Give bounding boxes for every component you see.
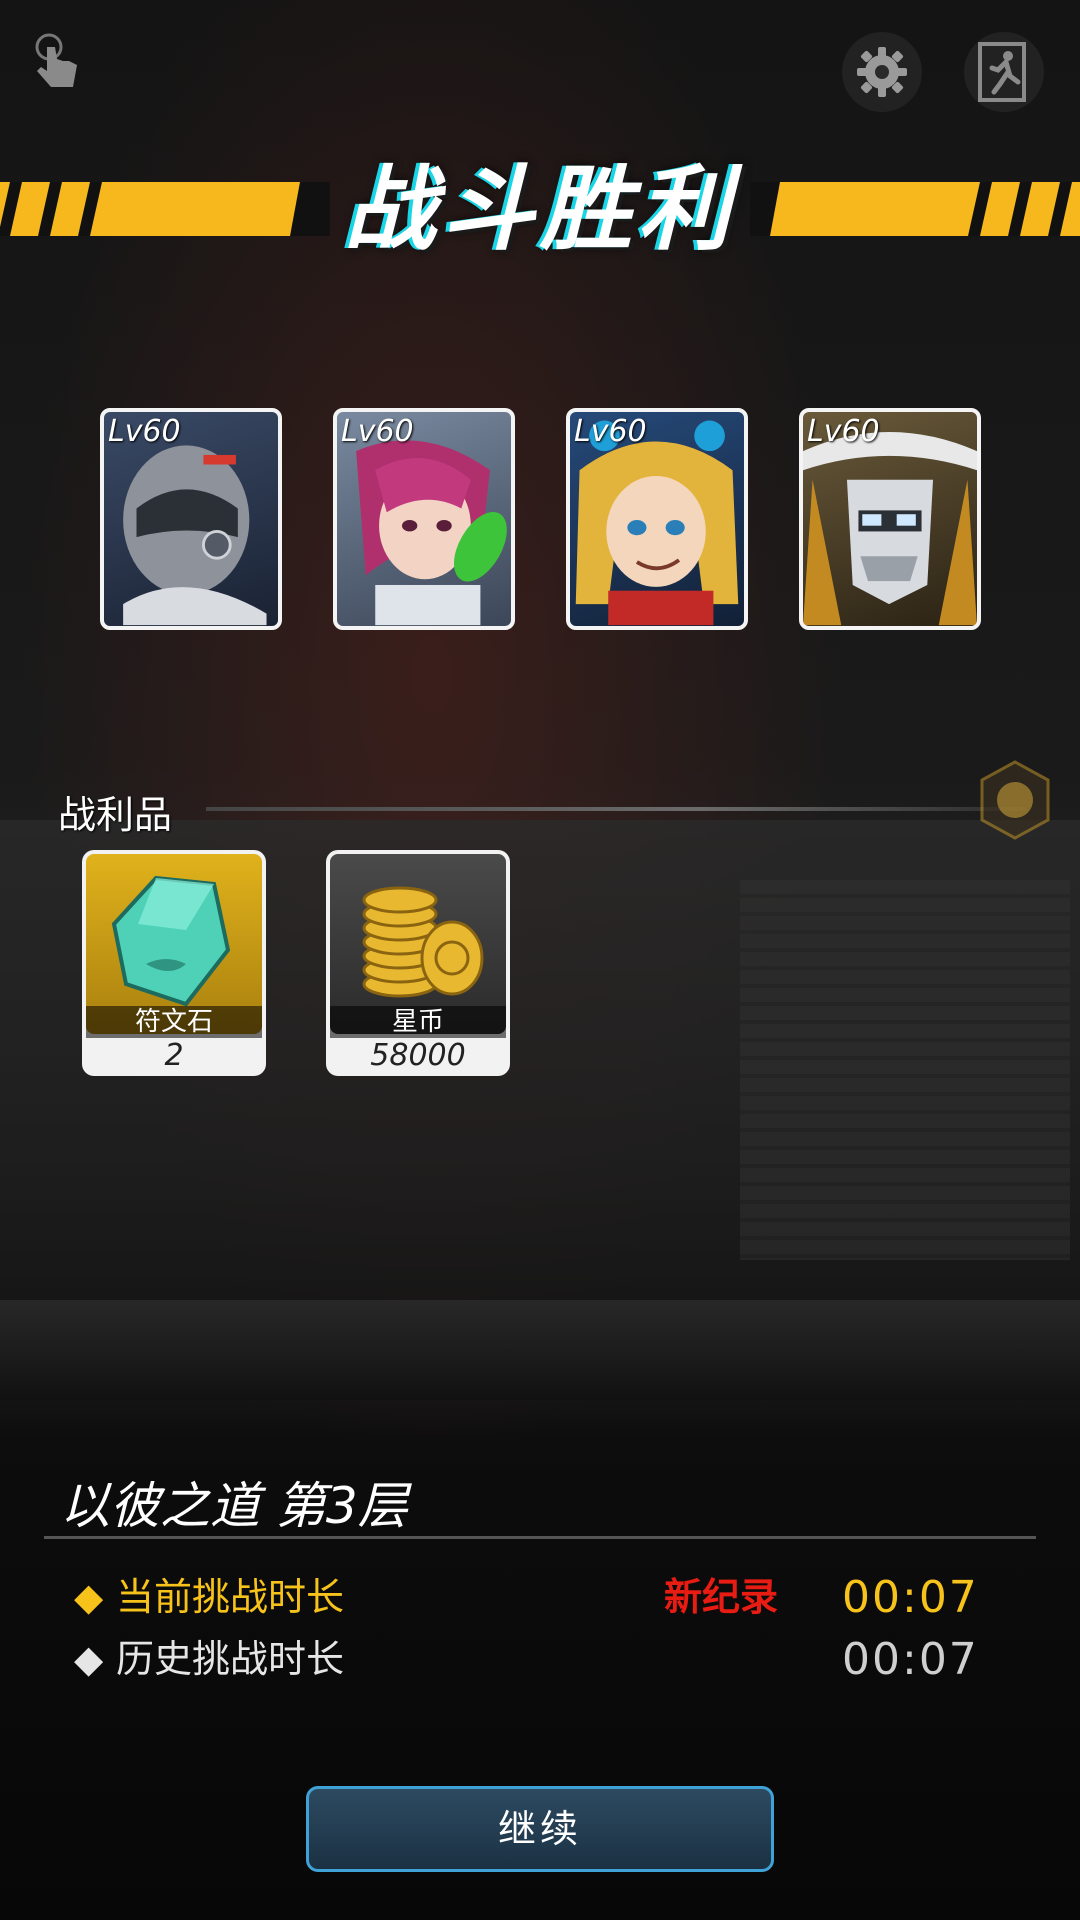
history-duration-row: ◆ 历史挑战时长 xyxy=(74,1634,344,1684)
settings-gear-icon[interactable] xyxy=(842,32,922,112)
hero-level: Lv60 xyxy=(108,414,181,449)
continue-button[interactable]: 继续 xyxy=(306,1786,774,1872)
loot-item-name: 符文石 xyxy=(86,1006,262,1038)
loot-item-rune-stone[interactable]: 符文石 2 xyxy=(82,850,266,1076)
hero-card-pink-hair[interactable]: Lv60 xyxy=(333,408,515,630)
loot-item-name: 星币 xyxy=(330,1006,506,1038)
touch-hand-icon[interactable] xyxy=(20,22,100,102)
loot-label: 战利品 xyxy=(58,793,173,837)
hero-card-mech[interactable]: Lv60 xyxy=(799,408,981,630)
background-floor xyxy=(0,1300,1080,1400)
loot-divider xyxy=(206,807,1026,811)
hero-card-robot[interactable]: Lv60 xyxy=(100,408,282,630)
victory-banner: 战斗胜利 xyxy=(0,120,1080,290)
hero-level: Lv60 xyxy=(807,414,880,449)
current-duration-label: 当前挑战时长 xyxy=(116,1575,345,1619)
loot-item-star-coin[interactable]: 星币 58000 xyxy=(326,850,510,1076)
hero-card-row: Lv60 Lv60 Lv60 Lv60 xyxy=(100,408,988,634)
hero-level: Lv60 xyxy=(574,414,647,449)
history-duration-label: 历史挑战时长 xyxy=(116,1637,345,1681)
loot-item-count: 58000 xyxy=(370,1038,466,1073)
history-duration-value: 00:07 xyxy=(842,1634,979,1685)
exit-icon[interactable] xyxy=(964,32,1044,112)
hexagon-portrait-marker-icon xyxy=(980,760,1050,840)
diamond-bullet-icon: ◆ xyxy=(74,1575,104,1619)
hero-card-blonde[interactable]: Lv60 xyxy=(566,408,748,630)
background-shutter xyxy=(740,880,1070,1260)
loot-item-count: 2 xyxy=(164,1038,184,1073)
current-duration-value: 00:07 xyxy=(842,1572,979,1623)
stage-title: 以彼之道 第3层 xyxy=(60,1477,408,1535)
hero-level: Lv60 xyxy=(341,414,414,449)
stage-divider xyxy=(44,1536,1036,1539)
diamond-bullet-icon: ◆ xyxy=(74,1637,104,1681)
victory-title: 战斗胜利 xyxy=(343,156,736,263)
current-duration-row: ◆ 当前挑战时长 xyxy=(74,1572,344,1622)
new-record-badge: 新纪录 xyxy=(664,1575,779,1619)
